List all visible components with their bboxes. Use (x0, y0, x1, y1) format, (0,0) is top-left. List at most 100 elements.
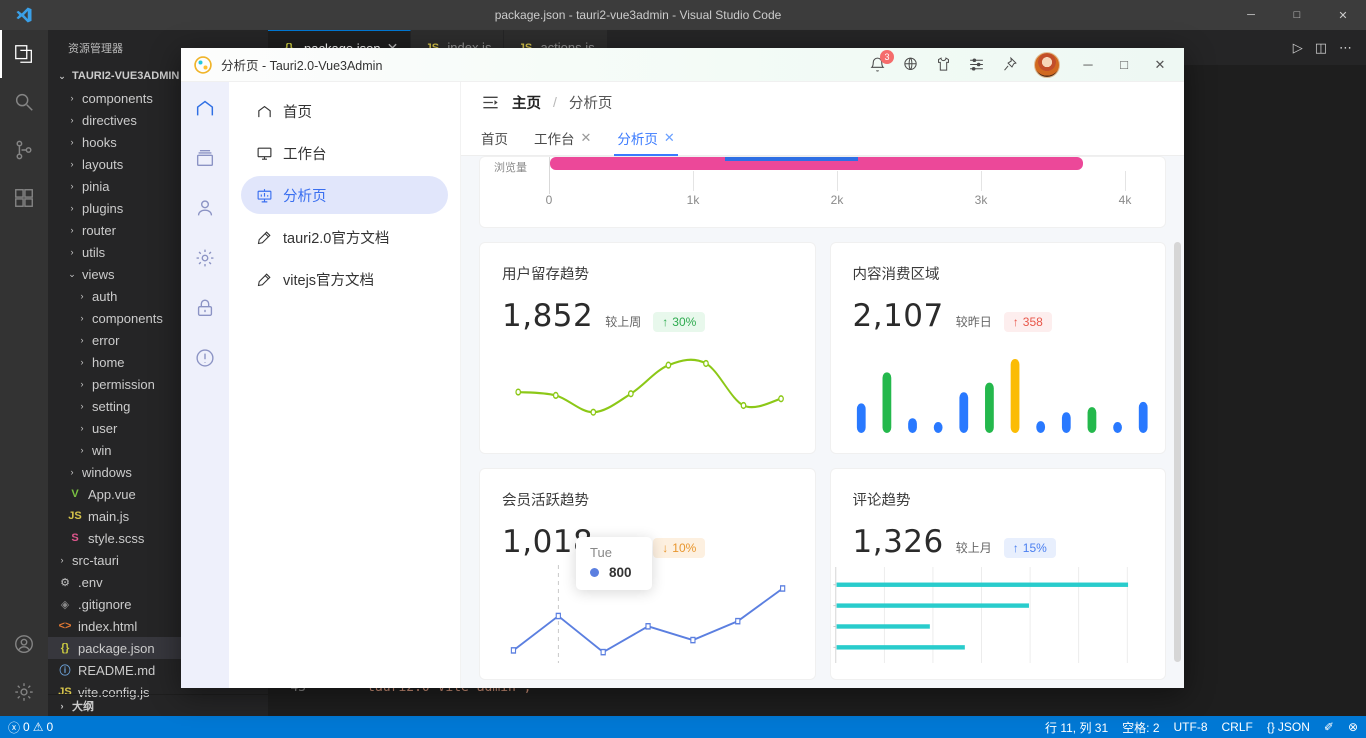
tree-item-label: components (82, 91, 153, 106)
outline-section[interactable]: › 大纲 (48, 694, 268, 716)
tree-item-label: README.md (78, 663, 155, 678)
card-title: 评论趋势 (853, 489, 1144, 510)
stat-card-grid: 用户留存趋势 1,852 较上周 ↑ 30% (479, 242, 1166, 680)
vscode-activity-bar[interactable] (0, 30, 48, 716)
chevron-icon: › (76, 291, 88, 301)
menu-item-4[interactable]: tauri2.0官方文档 (241, 218, 448, 256)
app-title: 分析页 - Tauri2.0-Vue3Admin (221, 55, 382, 74)
vscode-window-title: package.json - tauri2-vue3admin - Visual… (48, 8, 1228, 22)
card-pageviews: 浏览量 01k2k3k4k (479, 156, 1166, 228)
x-tick-label: 3k (975, 193, 988, 207)
outline-label: 大纲 (72, 698, 94, 714)
pin-icon[interactable] (1001, 56, 1018, 73)
chevron-icon: ⌄ (66, 269, 78, 280)
tooltip-value: 800 (609, 565, 632, 580)
activity-search-icon[interactable] (0, 78, 48, 126)
editor-actions[interactable]: ▷ ◫ ⋯ (1279, 30, 1366, 65)
vscode-close-icon[interactable]: ✕ (1320, 0, 1366, 30)
chevron-icon: › (76, 379, 88, 389)
view-tab-label: 首页 (481, 128, 508, 148)
menu-item-label: 分析页 (283, 185, 327, 206)
split-editor-icon[interactable]: ◫ (1315, 40, 1327, 56)
vscode-maximize-icon[interactable]: □ (1274, 0, 1320, 30)
vscode-logo-icon (0, 0, 48, 30)
menu-item-5[interactable]: vitejs官方文档 (241, 260, 448, 298)
avatar[interactable] (1034, 52, 1060, 78)
activity-account-icon[interactable] (0, 620, 48, 668)
app-maximize-icon[interactable]: □ (1106, 50, 1142, 80)
retention-line-chart (480, 333, 815, 453)
file-type-icon: S (66, 532, 84, 544)
project-name: TAURI2-VUE3ADMIN (72, 70, 179, 82)
tree-item-label: views (82, 267, 115, 282)
view-tab-bar[interactable]: 首页工作台✕分析页✕ (461, 122, 1184, 156)
status-encoding[interactable]: UTF-8 (1174, 720, 1208, 734)
chevron-icon: › (66, 137, 78, 147)
x-tick-label: 0 (546, 193, 553, 207)
view-tab[interactable]: 首页 (481, 128, 508, 155)
app-close-icon[interactable]: ✕ (1142, 50, 1178, 80)
side-menu[interactable]: 首页工作台分析页 tauri2.0官方文档 vitejs官方文档 (229, 82, 461, 688)
menu-item-label: vitejs官方文档 (283, 269, 374, 290)
pageviews-highlight-bar (725, 157, 858, 161)
breadcrumb-root[interactable]: 主页 (512, 92, 541, 113)
activity-settings-icon[interactable] (0, 668, 48, 716)
status-eol[interactable]: CRLF (1222, 720, 1253, 734)
pageviews-axis-label: 浏览量 (494, 159, 527, 175)
activity-explorer-icon[interactable] (0, 30, 48, 78)
tree-item-label: pinia (82, 179, 109, 194)
language-icon[interactable] (902, 56, 919, 73)
vscode-minimize-icon[interactable]: ─ (1228, 0, 1274, 30)
theme-icon[interactable] (935, 56, 952, 73)
dashboard-scroll-area[interactable]: 浏览量 01k2k3k4k 用户留存趋势 1,852 较上周 (461, 156, 1184, 688)
status-indentation[interactable]: 空格: 2 (1122, 719, 1159, 736)
menu-item-3[interactable]: 分析页 (241, 176, 448, 214)
warning-icon: ⚠ (33, 720, 44, 734)
settings-icon[interactable] (968, 56, 985, 73)
card-title: 会员活跃趋势 (502, 489, 793, 510)
activity-extensions-icon[interactable] (0, 174, 48, 222)
app-minimize-icon[interactable]: ─ (1070, 50, 1106, 80)
tree-item-label: .gitignore (78, 597, 131, 612)
content-scrollbar[interactable] (1174, 242, 1181, 662)
stat-compare-label: 较上周 (605, 313, 641, 330)
status-bell-icon[interactable]: ⊗ (1348, 720, 1358, 734)
collapse-menu-icon[interactable] (481, 93, 500, 112)
activity-scm-icon[interactable] (0, 126, 48, 174)
stat-compare-label: 较上月 (956, 539, 992, 556)
rail-user-icon[interactable] (191, 194, 219, 222)
file-type-icon: ⓘ (56, 662, 74, 678)
view-tab[interactable]: 分析页✕ (617, 128, 674, 155)
vscode-status-bar[interactable]: ⓧ 0 ⚠ 0 行 11, 列 31 空格: 2 UTF-8 CRLF {} J… (0, 716, 1366, 738)
chevron-icon: › (66, 159, 78, 169)
more-actions-icon[interactable]: ⋯ (1339, 40, 1352, 56)
status-language-mode[interactable]: {} JSON (1267, 720, 1310, 734)
view-tab-close-icon[interactable]: ✕ (581, 130, 592, 146)
menu-item-label: 首页 (283, 101, 312, 122)
tree-item-label: .env (78, 575, 103, 590)
view-tab-label: 工作台 (534, 128, 575, 148)
tree-item-label: plugins (82, 201, 123, 216)
tree-item-label: layouts (82, 157, 123, 172)
rail-home-icon[interactable] (191, 94, 219, 122)
link-icon (255, 228, 273, 246)
rail-alert-icon[interactable] (191, 344, 219, 372)
menu-item-2[interactable]: 工作台 (241, 134, 448, 172)
view-tab[interactable]: 工作台 ✕ (534, 128, 591, 155)
vscode-window-controls[interactable]: ─ □ ✕ (1228, 0, 1366, 30)
bell-icon[interactable]: 3 (869, 56, 886, 73)
status-feedback-icon[interactable]: ✐ (1324, 720, 1334, 734)
rail-settings-icon[interactable] (191, 244, 219, 272)
app-window-controls[interactable]: ─ □ ✕ (1070, 50, 1178, 80)
tree-item-label: package.json (78, 641, 155, 656)
rail-archive-icon[interactable] (191, 144, 219, 172)
run-icon[interactable]: ▷ (1293, 40, 1303, 56)
status-cursor-position[interactable]: 行 11, 列 31 (1045, 719, 1108, 736)
status-problems[interactable]: ⓧ 0 ⚠ 0 (8, 719, 53, 736)
icon-rail[interactable] (181, 82, 229, 688)
view-tab-close-icon[interactable]: ✕ (664, 130, 675, 146)
app-toolbar[interactable]: 3 (869, 52, 1070, 78)
rail-lock-icon[interactable] (191, 294, 219, 322)
chevron-icon: › (76, 401, 88, 411)
menu-item-1[interactable]: 首页 (241, 92, 448, 130)
